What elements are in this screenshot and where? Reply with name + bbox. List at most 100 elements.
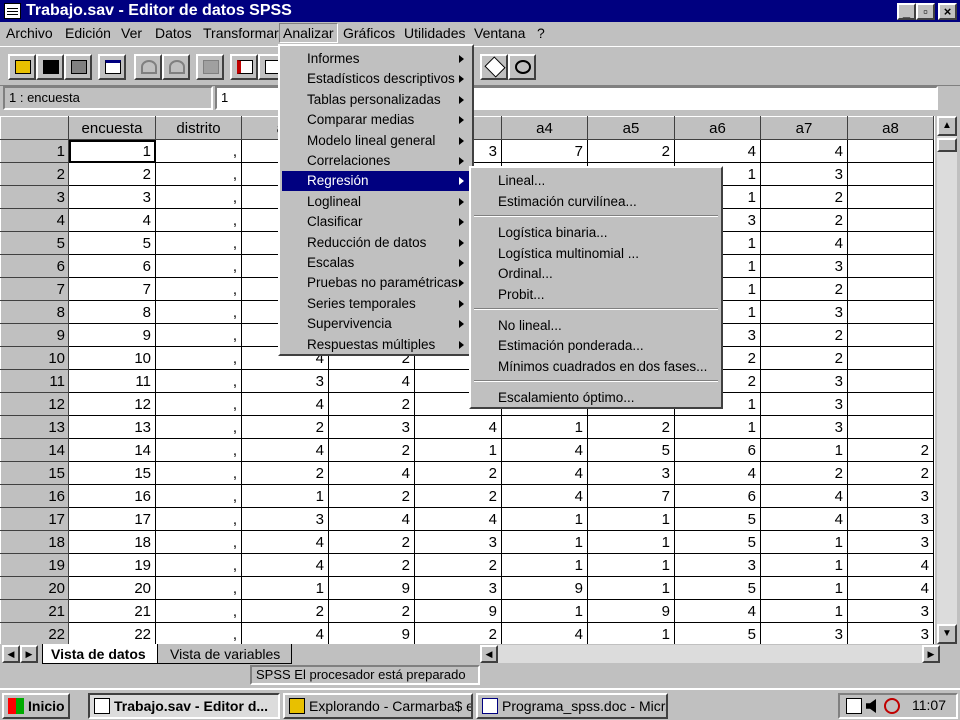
data-cell[interactable]: 9 <box>68 323 156 347</box>
data-cell[interactable]: , <box>155 553 242 577</box>
row-header[interactable]: 12 <box>0 392 69 416</box>
data-cell[interactable]: 2 <box>847 461 934 485</box>
data-cell[interactable] <box>847 231 934 255</box>
row-header[interactable]: 14 <box>0 438 69 462</box>
data-cell[interactable]: 4 <box>241 553 329 577</box>
data-cell[interactable]: 2 <box>587 415 675 439</box>
data-cell[interactable]: 2 <box>328 392 415 416</box>
data-cell[interactable]: 1 <box>501 415 588 439</box>
analizar-menu-item[interactable]: Reducción de datos <box>282 233 470 253</box>
data-cell[interactable]: , <box>155 300 242 324</box>
data-cell[interactable]: , <box>155 484 242 508</box>
data-cell[interactable]: 2 <box>760 277 848 301</box>
column-header[interactable]: a8 <box>847 116 934 140</box>
analizar-menu-item[interactable]: Correlaciones <box>282 151 470 171</box>
data-cell[interactable]: 2 <box>241 415 329 439</box>
data-cell[interactable]: 1 <box>501 507 588 531</box>
data-cell[interactable]: , <box>155 622 242 644</box>
data-cell[interactable]: , <box>155 599 242 623</box>
column-header[interactable]: a4 <box>501 116 588 140</box>
data-cell[interactable]: 4 <box>328 461 415 485</box>
tab-scroll-right[interactable]: ▶ <box>20 645 38 663</box>
data-cell[interactable]: 7 <box>68 277 156 301</box>
window-title-bar[interactable]: Trabajo.sav - Editor de datos SPSS _ ▫ × <box>0 0 960 22</box>
menu-graficos[interactable]: Gráficos <box>343 24 395 42</box>
menu-ventana[interactable]: Ventana <box>474 24 525 42</box>
data-cell[interactable]: , <box>155 369 242 393</box>
data-cell[interactable]: 1 <box>587 507 675 531</box>
data-cell[interactable] <box>847 254 934 278</box>
data-cell[interactable]: 2 <box>414 553 502 577</box>
data-cell[interactable]: 3 <box>241 507 329 531</box>
data-cell[interactable]: 1 <box>501 530 588 554</box>
data-cell[interactable]: 2 <box>760 461 848 485</box>
data-cell[interactable]: 2 <box>328 599 415 623</box>
data-cell[interactable]: 4 <box>674 139 761 163</box>
regresion-menu-item[interactable]: Logística binaria... <box>473 223 719 243</box>
data-cell[interactable]: , <box>155 346 242 370</box>
data-cell[interactable]: 1 <box>241 484 329 508</box>
data-cell[interactable]: 3 <box>760 415 848 439</box>
maximize-button[interactable]: ▫ <box>916 3 935 20</box>
data-cell[interactable]: 9 <box>501 576 588 600</box>
data-cell[interactable]: 4 <box>501 438 588 462</box>
data-cell[interactable]: 2 <box>68 162 156 186</box>
task-word-document[interactable]: Programa_spss.doc - Micr... <box>476 693 668 719</box>
data-cell[interactable] <box>847 300 934 324</box>
data-cell[interactable]: 22 <box>68 622 156 644</box>
data-cell[interactable]: 9 <box>414 599 502 623</box>
data-cell[interactable]: , <box>155 415 242 439</box>
corner-header[interactable] <box>0 116 69 140</box>
analizar-menu-item[interactable]: Regresión <box>282 171 470 192</box>
data-cell[interactable]: 1 <box>501 599 588 623</box>
tab-scroll-left[interactable]: ◀ <box>2 645 20 663</box>
clock[interactable]: 11:07 <box>912 697 946 713</box>
menu-analizar[interactable]: Analizar <box>279 23 338 43</box>
data-cell[interactable]: , <box>155 254 242 278</box>
data-cell[interactable]: 16 <box>68 484 156 508</box>
start-button[interactable]: Inicio <box>2 693 70 719</box>
analizar-menu-item[interactable]: Clasificar <box>282 212 470 232</box>
data-cell[interactable]: 4 <box>847 576 934 600</box>
data-cell[interactable]: 4 <box>241 622 329 644</box>
row-header[interactable]: 16 <box>0 484 69 508</box>
regresion-menu-item[interactable]: Estimación ponderada... <box>473 336 719 356</box>
data-cell[interactable]: 2 <box>241 461 329 485</box>
data-cell[interactable] <box>847 323 934 347</box>
data-cell[interactable]: , <box>155 277 242 301</box>
row-header[interactable]: 15 <box>0 461 69 485</box>
menu-datos[interactable]: Datos <box>155 24 192 42</box>
menu-transformar[interactable]: Transformar <box>203 24 279 42</box>
data-cell[interactable]: , <box>155 231 242 255</box>
data-cell[interactable]: 5 <box>587 438 675 462</box>
data-cell[interactable] <box>847 162 934 186</box>
data-cell[interactable]: 2 <box>414 622 502 644</box>
data-cell[interactable]: 1 <box>68 139 156 163</box>
data-cell[interactable]: 4 <box>328 507 415 531</box>
data-cell[interactable]: 1 <box>760 553 848 577</box>
row-header[interactable]: 22 <box>0 622 69 644</box>
column-header[interactable]: a7 <box>760 116 848 140</box>
data-cell[interactable]: 21 <box>68 599 156 623</box>
row-header[interactable]: 7 <box>0 277 69 301</box>
analizar-menu-item[interactable]: Loglineal <box>282 192 470 212</box>
data-cell[interactable]: 3 <box>414 576 502 600</box>
tab-variable-view[interactable]: Vista de variables <box>158 644 292 664</box>
data-cell[interactable]: 2 <box>328 553 415 577</box>
data-cell[interactable]: 4 <box>674 461 761 485</box>
data-cell[interactable]: 1 <box>760 576 848 600</box>
data-cell[interactable]: 3 <box>674 553 761 577</box>
data-cell[interactable]: 4 <box>241 392 329 416</box>
row-header[interactable]: 4 <box>0 208 69 232</box>
data-cell[interactable]: 2 <box>241 599 329 623</box>
data-cell[interactable]: 4 <box>760 507 848 531</box>
data-cell[interactable]: 15 <box>68 461 156 485</box>
data-cell[interactable]: , <box>155 461 242 485</box>
data-cell[interactable]: 1 <box>587 553 675 577</box>
data-cell[interactable]: , <box>155 185 242 209</box>
row-header[interactable]: 8 <box>0 300 69 324</box>
data-cell[interactable]: 4 <box>501 484 588 508</box>
column-header[interactable]: a5 <box>587 116 675 140</box>
data-cell[interactable]: 1 <box>501 553 588 577</box>
data-cell[interactable]: 2 <box>328 484 415 508</box>
